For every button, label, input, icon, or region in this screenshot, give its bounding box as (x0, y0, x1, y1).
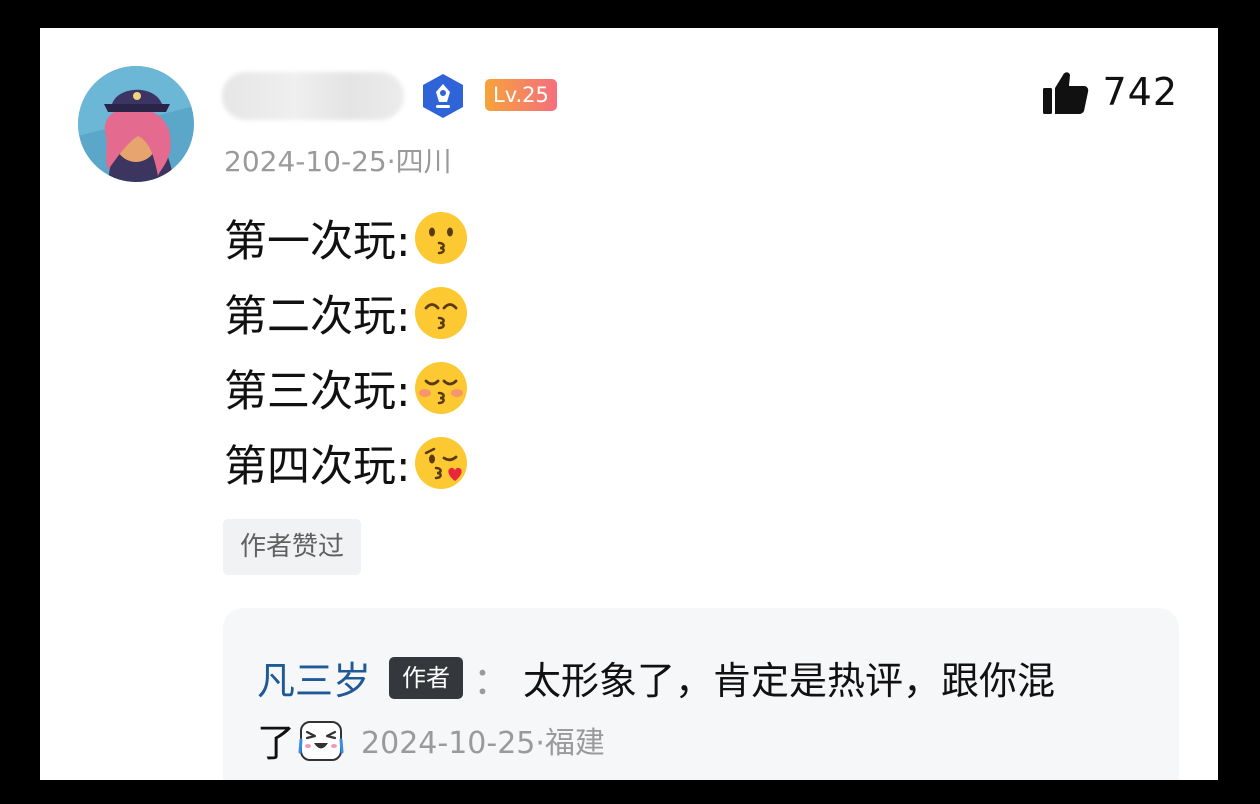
comment-meta: 2024-10-25·四川 (224, 140, 452, 180)
comment-line-text: 第二次玩: (224, 291, 411, 342)
reply-box[interactable]: 凡三岁 作者 ： 太形象了，肯定是热评，跟你混 了 2024-10-25·福建 (223, 608, 1179, 780)
verified-shield-icon (423, 74, 463, 118)
kissing-face-icon (414, 211, 467, 264)
author-tag: 作者 (389, 656, 464, 699)
kissing-face-smiling-eyes-icon (414, 286, 467, 339)
level-badge: Lv.25 (485, 79, 557, 111)
comment-line-text: 第三次玩: (224, 366, 411, 417)
meta-separator: · (386, 145, 396, 178)
comment-card: Lv.25 742 2024-10-25·四川 第一次玩: 第二次玩: 第三次玩… (40, 28, 1218, 780)
comment-line-text: 第四次玩: (224, 441, 411, 492)
reply-text: 太形象了，肯定是热评，跟你混 (523, 659, 1056, 703)
reply-date: 2024-10-25 (361, 725, 536, 761)
reply-meta: 2024-10-25·福建 (361, 718, 605, 762)
reply-location: 福建 (544, 725, 605, 761)
reply-colon: ： (473, 659, 512, 703)
comment-line: 第四次玩: (224, 425, 469, 500)
comment-location: 四川 (395, 145, 452, 178)
username-blurred[interactable] (222, 72, 404, 120)
avatar[interactable] (78, 66, 194, 182)
comment-line: 第二次玩: (224, 275, 469, 350)
reply-text-continued: 了 (257, 721, 296, 765)
reply-line: 了 2024-10-25·福建 (257, 712, 605, 767)
laughing-sticker-icon (298, 720, 344, 761)
thumbs-up-icon (1043, 72, 1089, 114)
face-blowing-kiss-icon (414, 436, 467, 489)
comment-line-text: 第一次玩: (224, 216, 411, 267)
kissing-face-closed-eyes-icon (414, 361, 467, 414)
author-liked-tag: 作者赞过 (223, 519, 362, 575)
comment-body: 第一次玩: 第二次玩: 第三次玩: 第四次玩: (224, 200, 469, 500)
comment-line: 第三次玩: (224, 350, 469, 425)
like-button[interactable]: 742 (1042, 68, 1178, 116)
reply-line: 凡三岁 作者 ： 太形象了，肯定是热评，跟你混 (257, 650, 1055, 705)
reply-separator: · (535, 725, 545, 761)
comment-line: 第一次玩: (224, 200, 469, 275)
reply-author-name[interactable]: 凡三岁 (257, 650, 371, 705)
like-count: 742 (1102, 70, 1178, 114)
comment-date: 2024-10-25 (224, 145, 387, 178)
